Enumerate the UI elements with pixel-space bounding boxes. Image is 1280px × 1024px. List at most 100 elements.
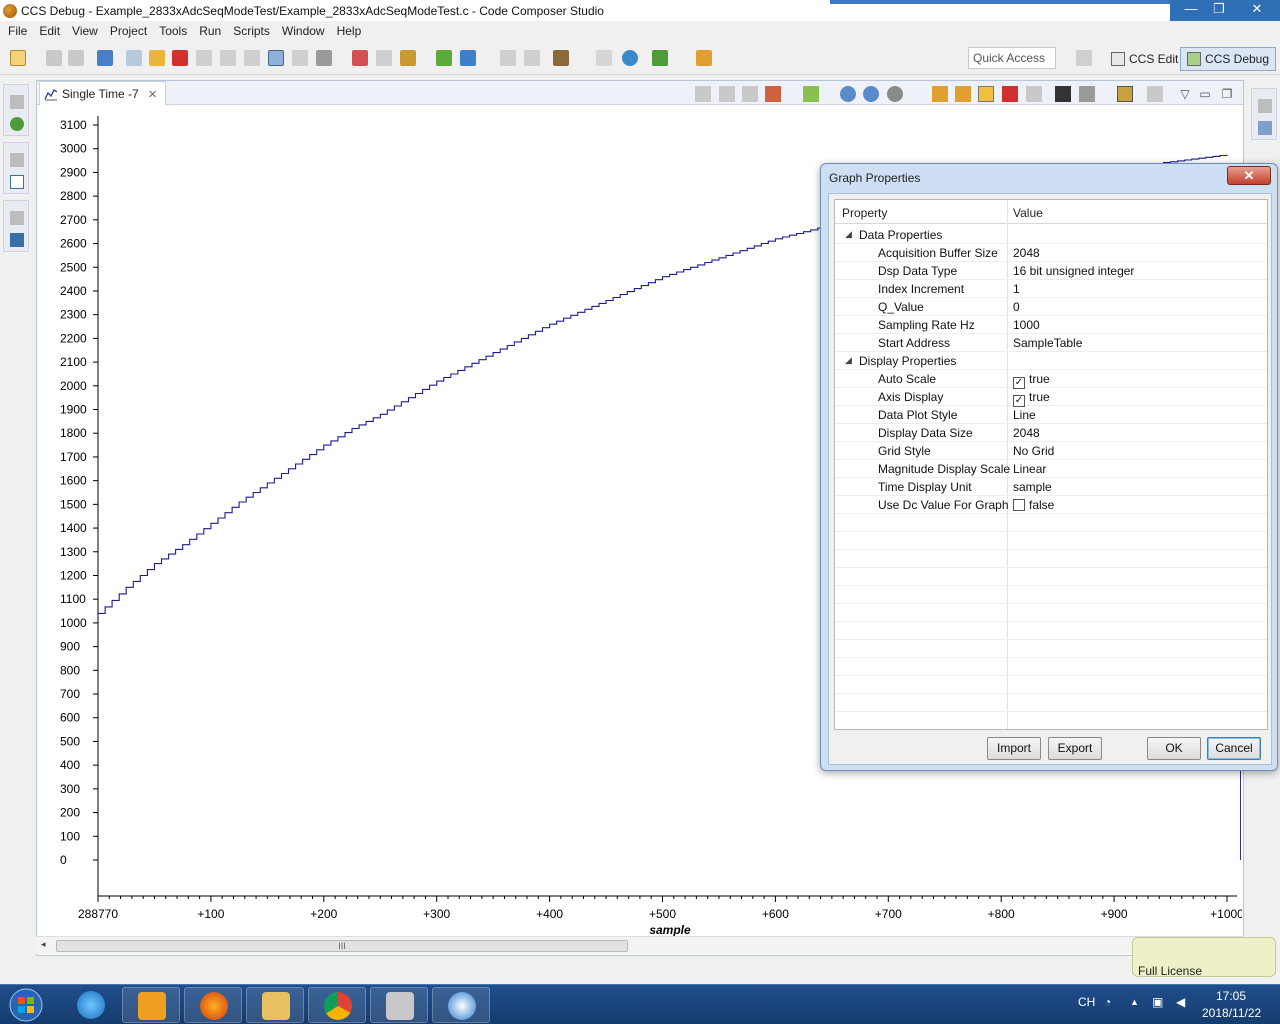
open-console-icon[interactable] (596, 50, 612, 66)
tray-expand-icon[interactable]: ▲ (1130, 997, 1139, 1007)
property-row[interactable]: Sampling Rate Hz 1000 (835, 316, 1267, 334)
align-icon[interactable] (695, 86, 711, 102)
refresh-graph-icon[interactable] (932, 86, 948, 102)
property-row[interactable]: Magnitude Display Scale Linear (835, 460, 1267, 478)
property-row[interactable]: Data Plot Style Line (835, 406, 1267, 424)
console-icon[interactable] (10, 233, 24, 247)
close-button[interactable]: ✕ (1238, 0, 1276, 18)
expand-triangle-icon[interactable]: ◢ (845, 355, 852, 366)
graph-properties-icon[interactable] (1079, 86, 1095, 102)
add-measure-icon[interactable] (803, 86, 819, 102)
property-value[interactable]: ✓ true (1013, 390, 1050, 407)
debug-view-trim-icon[interactable] (10, 117, 24, 131)
property-row[interactable]: Display Data Size 2048 (835, 424, 1267, 442)
breakpoint-icon[interactable] (352, 50, 368, 66)
taskbar-virtualbox[interactable] (370, 987, 428, 1023)
property-row[interactable]: Dsp Data Type 16 bit unsigned integer (835, 262, 1267, 280)
network-icon[interactable]: ▣ (1152, 995, 1163, 1009)
save-icon[interactable] (46, 50, 62, 66)
import-button[interactable]: Import (987, 737, 1041, 760)
input-method-icon[interactable]: ◔ (1104, 995, 1111, 1009)
minimize-button[interactable]: — (1176, 0, 1206, 18)
load-program-icon[interactable] (316, 50, 332, 66)
property-value[interactable]: 1000 (1013, 318, 1040, 332)
scale-icon[interactable] (765, 86, 781, 102)
save-all-icon[interactable] (68, 50, 84, 66)
zoom-in-icon[interactable] (840, 86, 856, 102)
auto-refresh-icon[interactable] (978, 86, 994, 102)
suspend-icon[interactable] (149, 50, 165, 66)
restart-icon[interactable] (292, 50, 308, 66)
property-value[interactable]: 2048 (1013, 426, 1040, 440)
new-icon[interactable] (10, 50, 26, 66)
language-indicator[interactable]: CH (1078, 995, 1095, 1009)
taskbar-chrome[interactable] (308, 987, 366, 1023)
property-value[interactable]: 1 (1013, 282, 1020, 296)
property-value[interactable]: 16 bit unsigned integer (1013, 264, 1134, 278)
cancel-button[interactable]: Cancel (1207, 737, 1261, 760)
measure-icon[interactable] (719, 86, 735, 102)
reset-graph-icon[interactable] (1002, 86, 1018, 102)
property-value[interactable]: 0 (1013, 300, 1020, 314)
flash-icon[interactable] (400, 50, 416, 66)
skip-breakpoints-icon[interactable] (376, 50, 392, 66)
property-value[interactable]: ✓ true (1013, 372, 1050, 389)
taskbar-code-composer-studio[interactable] (432, 987, 490, 1023)
perspective-ccs-edit[interactable]: CCS Edit (1104, 47, 1185, 71)
debug-view-icon[interactable] (97, 50, 113, 66)
navigate-forward-icon[interactable] (524, 50, 540, 66)
restore-icon[interactable] (1258, 99, 1272, 113)
expressions-icon[interactable] (460, 50, 476, 66)
clock-date[interactable]: 2018/11/22 (1202, 1006, 1261, 1020)
taskbar-file-explorer[interactable] (246, 987, 304, 1023)
build-hammer-icon[interactable] (553, 50, 569, 66)
property-row[interactable]: Start Address SampleTable (835, 334, 1267, 352)
minimize-view-icon[interactable]: ▭ (1197, 86, 1213, 102)
expand-triangle-icon[interactable]: ◢ (845, 229, 852, 240)
property-group[interactable]: ◢ Data Properties (835, 226, 1267, 244)
export-button[interactable]: Export (1048, 737, 1102, 760)
menu-view[interactable]: View (66, 21, 104, 42)
property-value[interactable]: SampleTable (1013, 336, 1082, 350)
menu-window[interactable]: Window (276, 21, 331, 42)
zoom-out-icon[interactable] (863, 86, 879, 102)
reset-zoom-icon[interactable] (887, 86, 903, 102)
menu-project[interactable]: Project (104, 21, 153, 42)
property-value[interactable]: Line (1013, 408, 1036, 422)
scroll-left-arrow[interactable]: ◂ (41, 939, 46, 950)
open-perspective-icon[interactable] (1076, 50, 1092, 66)
property-value[interactable]: sample (1013, 480, 1052, 494)
layout-icon[interactable] (1147, 86, 1163, 102)
property-row[interactable]: Auto Scale ✓ true (835, 370, 1267, 389)
export-graph-icon[interactable] (1026, 86, 1042, 102)
menu-file[interactable]: File (2, 21, 33, 42)
property-value[interactable]: false (1013, 498, 1054, 512)
volume-icon[interactable]: ◀ (1176, 995, 1185, 1009)
menu-edit[interactable]: Edit (33, 21, 66, 42)
refresh-icon[interactable] (436, 50, 452, 66)
menu-tools[interactable]: Tools (153, 21, 193, 42)
property-row[interactable]: Index Increment 1 (835, 280, 1267, 298)
step-return-icon[interactable] (244, 50, 260, 66)
taskbar-firefox[interactable] (184, 987, 242, 1023)
property-row[interactable]: Time Display Unit sample (835, 478, 1267, 496)
property-value[interactable]: No Grid (1013, 444, 1054, 458)
property-row[interactable]: Axis Display ✓ true (835, 388, 1267, 407)
clock-time[interactable]: 17:05 (1216, 989, 1246, 1003)
property-row[interactable]: Use Dc Value For Graph false (835, 496, 1267, 514)
terminate-icon[interactable] (172, 50, 188, 66)
maximize-view-icon[interactable]: ❐ (1219, 86, 1235, 102)
view-menu-icon[interactable]: ▽ (1177, 86, 1193, 102)
variables-icon[interactable] (1258, 121, 1272, 135)
menu-run[interactable]: Run (193, 21, 227, 42)
resume-icon[interactable] (126, 50, 142, 66)
checkbox-unchecked-icon[interactable] (1013, 499, 1025, 511)
perspective-ccs-debug[interactable]: CCS Debug (1180, 47, 1277, 71)
maximize-button[interactable]: ❐ (1204, 0, 1234, 18)
marker-icon[interactable] (742, 86, 758, 102)
project-explorer-icon[interactable] (10, 175, 24, 189)
property-value[interactable]: Linear (1013, 462, 1046, 476)
search-icon[interactable] (622, 50, 638, 66)
restore-icon[interactable] (10, 153, 24, 167)
restore-icon[interactable] (10, 211, 24, 225)
